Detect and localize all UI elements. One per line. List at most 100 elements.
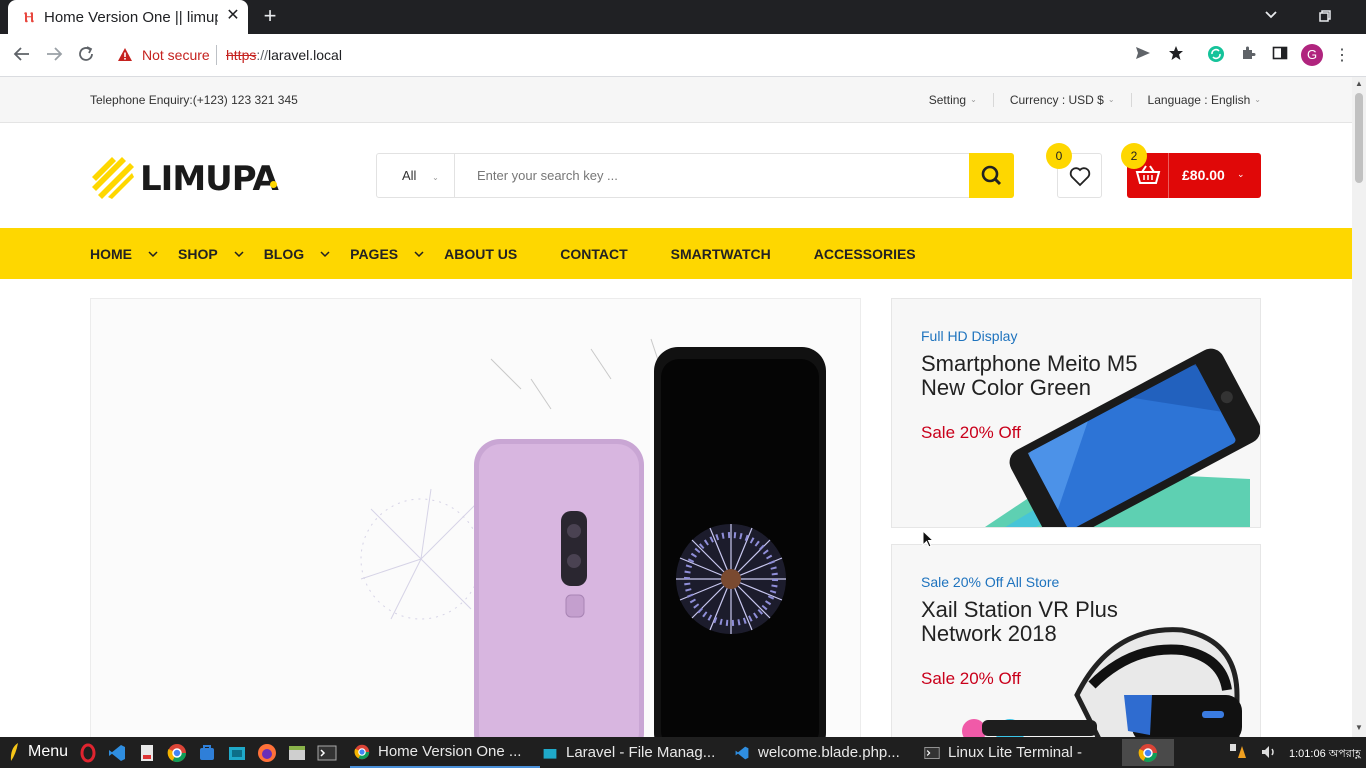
window-restore-icon[interactable]: [1318, 9, 1334, 25]
search-category-select[interactable]: All ⌄: [377, 154, 455, 197]
opera-icon[interactable]: [78, 743, 98, 763]
warning-icon[interactable]: [117, 47, 133, 63]
chevron-down-icon: ⌄: [970, 95, 977, 104]
not-secure-label[interactable]: Not secure: [142, 47, 210, 63]
hero-slider[interactable]: [90, 298, 861, 737]
header-top-bar: Telephone Enquiry:(+123) 123 321 345 Set…: [0, 77, 1352, 123]
task-label: welcome.blade.php...: [758, 744, 900, 761]
nav-item-label: PAGES: [350, 245, 399, 262]
search-input[interactable]: [465, 154, 955, 197]
promo-banner-vr[interactable]: Sale 20% Off All Store Xail Station VR P…: [891, 544, 1261, 737]
text-editor-icon[interactable]: [137, 743, 157, 763]
hero-phone-image: [360, 338, 826, 737]
site-logo[interactable]: LIMUPA: [90, 153, 280, 199]
sync-extension-icon[interactable]: [1205, 45, 1227, 67]
page-scrollbar[interactable]: ▲ ▼: [1352, 77, 1366, 737]
network-icon[interactable]: [1228, 742, 1248, 762]
side-panel-icon[interactable]: [1269, 45, 1291, 67]
nav-item-smartwatch[interactable]: SMARTWATCH: [671, 246, 771, 262]
os-taskbar: Menu Home Version One ... Laravel - File…: [0, 737, 1366, 768]
new-tab-button[interactable]: +: [260, 5, 280, 27]
nav-item-label: SHOP: [178, 245, 218, 262]
forward-icon[interactable]: [43, 45, 65, 67]
cart-total: £80.00: [1182, 167, 1225, 183]
chevron-down-icon: [414, 250, 424, 257]
site-favicon-icon: Ⲏ: [24, 9, 34, 25]
cart-button[interactable]: £80.00 ⌄ 2: [1121, 143, 1261, 198]
setting-dropdown[interactable]: Setting ⌄: [913, 93, 993, 107]
vscode-icon[interactable]: [107, 743, 127, 763]
nav-item-accessories[interactable]: ACCESSORIES: [814, 246, 916, 262]
nav-item-label: HOME: [90, 245, 132, 262]
url-field[interactable]: https://laravel.local: [226, 47, 342, 63]
nav-item-about-us[interactable]: ABOUT US: [444, 246, 517, 262]
scroll-thumb[interactable]: [1355, 93, 1363, 183]
url-separator: ://: [256, 47, 269, 63]
reload-icon[interactable]: [75, 45, 97, 67]
wishlist-count-badge: 0: [1046, 143, 1072, 169]
search-bar: All ⌄: [376, 153, 1014, 198]
back-icon[interactable]: [11, 45, 33, 67]
software-center-icon[interactable]: [197, 743, 217, 763]
task-label: Laravel - File Manag...: [566, 744, 716, 761]
file-manager-icon[interactable]: [287, 743, 307, 763]
top-bar-settings: Setting ⌄ Currency : USD $ ⌄ Language : …: [913, 93, 1261, 107]
tab-search-chevron-icon[interactable]: [1262, 8, 1280, 26]
browser-tab-bar: Ⲏ Home Version One || limupa ✕ +: [0, 0, 1366, 34]
start-menu-button[interactable]: Menu: [8, 742, 68, 762]
chevron-down-icon: [320, 250, 330, 257]
cart-count-badge: 2: [1121, 143, 1147, 169]
profile-avatar[interactable]: G: [1301, 44, 1323, 66]
task-file-manager-window[interactable]: Laravel - File Manag...: [542, 737, 732, 768]
vscode-icon: [735, 746, 749, 759]
firefox-icon[interactable]: [257, 743, 277, 763]
clock: 1:01:06 অপরাহ্ণ: [1289, 748, 1361, 760]
nav-item-blog[interactable]: BLOG: [264, 246, 330, 262]
chrome-icon: [354, 744, 370, 759]
task-chrome-window[interactable]: Home Version One ...: [350, 737, 540, 768]
main-navigation: HOME SHOP BLOG PAGES ABOUT US CONTACT SMARTWAT…: [0, 228, 1352, 279]
search-category-value: All: [402, 168, 417, 183]
task-vscode-window[interactable]: welcome.blade.php...: [734, 737, 920, 768]
close-tab-icon[interactable]: ✕: [225, 8, 241, 24]
nav-item-label: CONTACT: [560, 245, 628, 262]
header-middle: LIMUPA All ⌄ 0 £80.00 ⌄ 2: [0, 123, 1352, 228]
browser-tab-active[interactable]: Ⲏ Home Version One || limupa ✕: [8, 0, 248, 34]
nav-item-home[interactable]: HOME: [90, 246, 158, 262]
promo-banner-smartphone[interactable]: Full HD Display Smartphone Meito M5 New …: [891, 298, 1261, 528]
folder-icon: [543, 748, 557, 759]
telephone-enquiry: Telephone Enquiry:(+123) 123 321 345: [90, 93, 298, 107]
language-dropdown[interactable]: Language : English ⌄: [1130, 93, 1261, 107]
scroll-down-arrow-icon[interactable]: ▼: [1355, 723, 1363, 732]
wishlist-button[interactable]: 0: [1046, 143, 1102, 198]
smartphone-image: [985, 348, 1260, 527]
chevron-down-icon: ⌄: [1237, 169, 1245, 179]
nav-item-contact[interactable]: CONTACT: [560, 246, 627, 262]
task-label: Home Version One ...: [378, 743, 522, 760]
volume-icon[interactable]: [1260, 743, 1280, 763]
files-icon[interactable]: [227, 743, 247, 763]
logo-stripes-icon: [92, 157, 134, 199]
task-terminal-window[interactable]: Linux Lite Terminal -: [924, 737, 1114, 768]
tab-title: Home Version One || limupa: [44, 9, 218, 26]
search-button[interactable]: [969, 153, 1014, 198]
address-separator: [216, 45, 217, 65]
extensions-icon[interactable]: [1237, 45, 1259, 67]
chevron-down-icon: [234, 250, 244, 257]
kebab-menu-icon[interactable]: ⋮: [1331, 45, 1353, 67]
mouse-cursor-icon: [922, 530, 934, 548]
send-icon[interactable]: [1132, 45, 1154, 67]
start-menu-label: Menu: [28, 743, 69, 760]
scroll-up-arrow-icon[interactable]: ▲: [1355, 79, 1363, 88]
workspace-switcher[interactable]: [1122, 739, 1174, 766]
logo-text: LIMUPA: [140, 159, 279, 199]
terminal-icon[interactable]: [317, 743, 337, 763]
nav-item-label: ACCESSORIES: [813, 245, 916, 262]
chevron-down-icon: [148, 250, 158, 257]
nav-item-pages[interactable]: PAGES: [350, 246, 424, 262]
chrome-icon[interactable]: [167, 743, 187, 763]
chevron-down-icon: ⌄: [1107, 95, 1115, 104]
bookmark-star-icon[interactable]: [1165, 45, 1187, 67]
nav-item-shop[interactable]: SHOP: [178, 246, 244, 262]
currency-dropdown[interactable]: Currency : USD $ ⌄: [992, 93, 1131, 107]
